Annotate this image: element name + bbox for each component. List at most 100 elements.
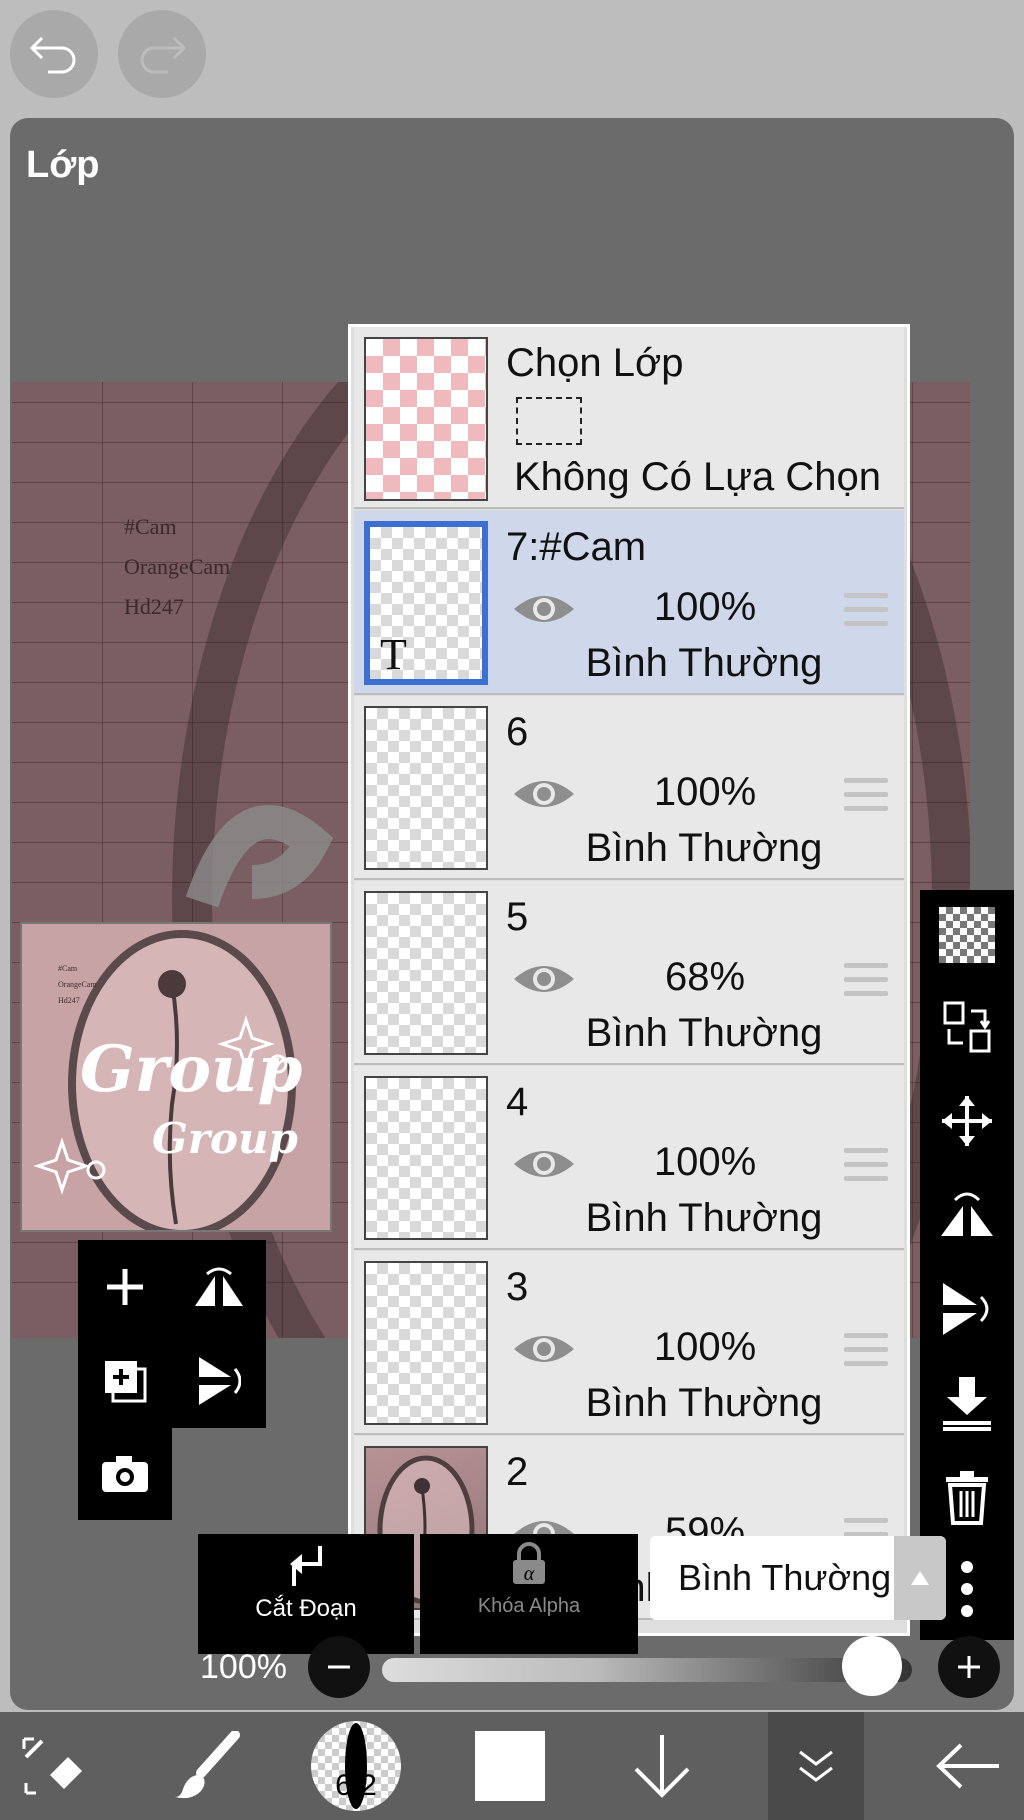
- layers-toggle-button[interactable]: [768, 1712, 864, 1820]
- flip-vertical-layer-button[interactable]: [172, 1334, 266, 1428]
- drag-handle-icon[interactable]: [844, 778, 888, 820]
- add-layer-button[interactable]: [78, 1240, 172, 1334]
- thumb-text-1: #Cam: [58, 964, 78, 973]
- visibility-eye-icon[interactable]: [512, 589, 576, 629]
- layer-opacity: 100%: [653, 585, 757, 629]
- delete-layer-button[interactable]: [920, 1452, 1014, 1542]
- layer-row[interactable]: 7:#Cam 100% Bình Thường T: [354, 511, 904, 695]
- panel-title: Lớp: [26, 144, 100, 186]
- layer-name: 4: [506, 1080, 529, 1124]
- thumb-text-2: OrangeCam: [58, 980, 97, 989]
- undo-button[interactable]: [10, 10, 98, 98]
- thumb-group-text-small: Group: [152, 1114, 298, 1163]
- merge-down-icon: [943, 1377, 991, 1431]
- canvas-thumbnail[interactable]: #Cam OrangeCam Hd247 Group Group: [20, 922, 332, 1232]
- swap-layer-button[interactable]: [920, 982, 1014, 1072]
- minus-icon: [328, 1665, 350, 1669]
- layer-blend-mode: Bình Thường: [585, 641, 823, 685]
- copy-layer-icon: [105, 1361, 147, 1403]
- selection-layer-row[interactable]: Chọn Lớp Không Có Lựa Chọn: [354, 327, 904, 509]
- selection-layer-title: Chọn Lớp: [506, 341, 684, 385]
- opacity-slider-handle[interactable]: [842, 1636, 902, 1696]
- drag-handle-icon[interactable]: [844, 593, 888, 635]
- double-chevron-down-icon: [799, 1750, 833, 1782]
- layer-opacity: 100%: [653, 1140, 757, 1184]
- swap-icon: [943, 1001, 991, 1053]
- scroll-down-button[interactable]: [612, 1712, 712, 1820]
- layer-opacity: 68%: [664, 955, 746, 999]
- flip-horizontal-icon: [195, 1267, 243, 1306]
- thumb-group-text-large: Group: [80, 1032, 303, 1107]
- layer-thumbnail: [364, 706, 488, 870]
- flip-vertical-button[interactable]: [920, 1264, 1014, 1354]
- selection-layer-thumbnail: [364, 337, 488, 501]
- canvas-text-2: OrangeCam: [124, 554, 231, 579]
- right-layer-toolbar: [920, 890, 1014, 1640]
- triangle-up-icon: [911, 1571, 929, 1585]
- primary-color-swatch: [475, 1731, 545, 1801]
- alpha-lock-button[interactable]: α Khóa Alpha: [420, 1534, 638, 1654]
- layer-opacity: 100%: [653, 1325, 757, 1369]
- blend-mode-select[interactable]: Bình Thường: [650, 1536, 946, 1620]
- layer-thumbnail: [364, 891, 488, 1055]
- camera-layer-button[interactable]: [78, 1428, 172, 1520]
- opacity-value-label: 100%: [200, 1648, 287, 1686]
- layer-name: 3: [506, 1265, 529, 1309]
- brush-tool-button[interactable]: [156, 1712, 256, 1820]
- camera-icon: [102, 1456, 148, 1492]
- visibility-eye-icon[interactable]: [512, 1144, 576, 1184]
- plus-icon-small: [958, 1656, 980, 1678]
- alpha-lock-label: Khóa Alpha: [477, 1595, 581, 1617]
- bottom-toolbar: 6.2: [0, 1712, 1024, 1820]
- canvas-text-3: Hd247: [124, 594, 184, 619]
- canvas-text-1: #Cam: [124, 514, 177, 539]
- layer-row[interactable]: 4 100% Bình Thường: [354, 1066, 904, 1250]
- arrow-down-icon: [634, 1735, 690, 1798]
- opacity-increase-button[interactable]: [938, 1636, 1000, 1698]
- merge-down-button[interactable]: [920, 1358, 1014, 1448]
- brush-size-button[interactable]: 6.2: [306, 1712, 406, 1820]
- opacity-decrease-button[interactable]: [308, 1636, 370, 1698]
- clipping-button[interactable]: Cắt Đoạn: [198, 1534, 414, 1654]
- flip-vertical-icon-2: [943, 1283, 989, 1335]
- move-icon: [942, 1096, 992, 1146]
- flip-horizontal-button[interactable]: [920, 1170, 1014, 1260]
- visibility-eye-icon[interactable]: [512, 1329, 576, 1369]
- selection-marquee-icon: [516, 397, 582, 445]
- move-layer-button[interactable]: [920, 1076, 1014, 1166]
- layer-blend-mode: Bình Thường: [585, 826, 823, 870]
- undo-icon: [29, 36, 76, 74]
- brush-size-value: 6.2: [335, 1769, 377, 1802]
- more-vertical-icon: [961, 1561, 973, 1617]
- visibility-eye-icon[interactable]: [512, 774, 576, 814]
- back-button[interactable]: [918, 1712, 1018, 1820]
- redo-icon: [140, 36, 187, 74]
- opacity-slider-track[interactable]: [382, 1658, 912, 1682]
- arrow-left-icon: [936, 1743, 999, 1789]
- layer-row[interactable]: 5 68% Bình Thường: [354, 881, 904, 1065]
- layer-row[interactable]: 3 100% Bình Thường: [354, 1251, 904, 1435]
- drag-handle-icon[interactable]: [844, 1148, 888, 1190]
- trash-icon: [946, 1471, 988, 1525]
- layer-row[interactable]: 6 100% Bình Thường: [354, 696, 904, 880]
- visibility-eye-icon[interactable]: [512, 959, 576, 999]
- drag-handle-icon[interactable]: [844, 963, 888, 1005]
- flip-horizontal-icon-2: [941, 1192, 993, 1236]
- blend-mode-arrow[interactable]: [894, 1536, 946, 1620]
- layer-blend-mode: Bình Thường: [585, 1196, 823, 1240]
- clipping-arrow-icon: [290, 1546, 322, 1586]
- left-layer-tools: [78, 1240, 266, 1520]
- layer-blend-mode: Bình Thường: [585, 1381, 823, 1425]
- layer-name: 6: [506, 710, 529, 754]
- blend-mode-value: Bình Thường: [678, 1557, 892, 1598]
- layer-list[interactable]: Chọn Lớp Không Có Lựa Chọn 7:#Cam 100% Bìn…: [348, 324, 910, 1636]
- checkerboard-icon: [939, 907, 995, 963]
- drag-handle-icon[interactable]: [844, 1333, 888, 1375]
- transparency-button[interactable]: [920, 890, 1014, 980]
- color-swatch-button[interactable]: [460, 1712, 560, 1820]
- clipping-label: Cắt Đoạn: [255, 1595, 357, 1622]
- redo-button[interactable]: [118, 10, 206, 98]
- add-layer-copy-button[interactable]: [78, 1334, 172, 1428]
- transform-tool-button[interactable]: [4, 1712, 104, 1820]
- lock-icon: α: [513, 1542, 545, 1585]
